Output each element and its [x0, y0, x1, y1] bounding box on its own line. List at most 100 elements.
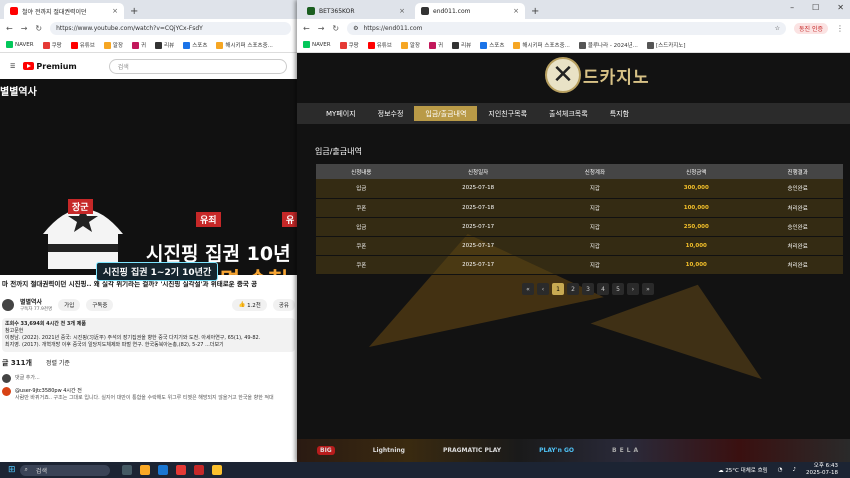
bookmark-item[interactable]: 쿠팡 [339, 41, 359, 49]
chrome-icon[interactable] [175, 465, 186, 475]
next-page-button[interactable]: › [627, 283, 639, 295]
guilty-badge-2: 유 [282, 212, 297, 227]
bookmarks-bar: NAVER 쿠팡 유튜브 알장 귀 리뷰 스포츠 해시키퍼 스포츠중... [0, 37, 297, 53]
nav-edit-info[interactable]: 정보수정 [367, 106, 415, 121]
bookmark-item[interactable]: 리뷰 [452, 41, 471, 49]
sort-button[interactable]: 정렬 기준 [46, 358, 70, 368]
add-comment-input[interactable]: 댓글 추가... [15, 374, 40, 381]
minimize-icon[interactable]: – [790, 3, 794, 12]
maximize-icon[interactable]: ☐ [812, 3, 819, 12]
volume-icon[interactable]: ♪ [793, 467, 797, 473]
page-3-button[interactable]: 3 [582, 283, 594, 295]
review-icon [155, 41, 163, 49]
bookmarks-bar: NAVER 쿠팡 유튜브 알장 귀 리뷰 스포츠 해시키퍼 스포츠중... 블루… [297, 37, 850, 53]
clock[interactable]: 오후 6:43 2025-07-18 [806, 463, 838, 477]
description-box[interactable]: 조회수 33,694회 4시간 전 3개 제품 참고문헌 이정남. (2022)… [2, 318, 295, 352]
reload-icon[interactable]: ↻ [35, 24, 42, 33]
site-info-icon[interactable]: ⚙ [353, 25, 358, 32]
folder-icon [400, 41, 408, 49]
bookmark-item[interactable]: 유튜브 [70, 41, 95, 49]
channel-avatar[interactable] [2, 298, 14, 311]
profile-button[interactable]: 동진 인증 [794, 22, 828, 34]
comment-author[interactable]: @user-9jtc3580pw 4시간 전 [15, 387, 274, 394]
bookmark-item[interactable]: 스포츠 [183, 41, 207, 49]
page-title: 입금/출금내역 [315, 147, 362, 156]
back-icon[interactable]: ← [303, 24, 310, 33]
weather-widget[interactable]: ☁ 25°C 대체로 흐림 [718, 466, 768, 474]
wifi-icon[interactable]: ◔ [778, 467, 783, 473]
channel-name[interactable]: 별별역사 [20, 297, 52, 306]
search-input[interactable]: 검색 [108, 58, 287, 74]
back-icon[interactable]: ← [6, 24, 13, 33]
bookmark-item[interactable]: 해시키퍼 스포츠중... [216, 41, 273, 49]
new-tab-icon[interactable]: + [531, 6, 539, 17]
like-button[interactable]: 👍 1.2천 [232, 298, 267, 311]
nav-inbox[interactable]: 특지함 [599, 106, 640, 121]
bookmark-item[interactable]: 귀 [429, 41, 443, 49]
site-logo[interactable]: ✕ 드카지노 [545, 57, 650, 93]
close-tab-icon[interactable]: × [112, 7, 118, 15]
bookmark-item[interactable]: NAVER [303, 41, 331, 48]
provider-logo[interactable]: PLAY'n GO [539, 447, 574, 454]
provider-logo[interactable]: PRAGMATIC PLAY [443, 447, 501, 454]
join-button[interactable]: 가입 [58, 298, 81, 311]
bookmark-item[interactable]: 귀 [132, 41, 146, 49]
taskbar: ⊞ ⌕ 검색 ☁ 25°C 대체로 흐림 ◔ ♪ 오후 6:43 2025-07-… [0, 462, 850, 478]
tab-bet365[interactable]: BET365KOR × [301, 3, 411, 19]
bookmark-item[interactable]: 리뷰 [155, 41, 174, 49]
app-icon[interactable] [193, 465, 204, 475]
more-menu-icon[interactable]: ⋮ [836, 24, 844, 33]
page-5-button[interactable]: 5 [612, 283, 624, 295]
kakaotalk-icon[interactable] [211, 465, 222, 475]
bookmark-item[interactable]: 해시키퍼 스포츠중... [513, 41, 570, 49]
tab-title: 철야 전까지 절대권력이던 [22, 8, 87, 16]
close-window-icon[interactable]: ✕ [837, 3, 844, 12]
forward-icon[interactable]: → [318, 24, 325, 33]
edge-icon[interactable] [157, 465, 168, 475]
search-icon: ⌕ [24, 466, 28, 473]
subscribe-button[interactable]: 구독중 [86, 298, 114, 311]
tab-end011[interactable]: end011.com × [415, 3, 525, 19]
first-page-button[interactable]: « [522, 283, 534, 295]
close-tab-icon[interactable]: × [513, 7, 519, 15]
add-comment-row[interactable]: 댓글 추가... [0, 372, 297, 385]
nav-friends[interactable]: 지인친구목록 [477, 106, 538, 121]
bookmark-item[interactable]: 스포츠 [480, 41, 504, 49]
bookmark-item[interactable]: 블루나라 - 2024년... [578, 41, 638, 49]
reload-icon[interactable]: ↻ [332, 24, 339, 33]
time-text: 오후 6:43 [813, 463, 838, 469]
bookmark-item[interactable]: NAVER [6, 41, 34, 48]
windows-start-icon[interactable]: ⊞ [8, 465, 16, 475]
bookmark-item[interactable]: [스드카지노] [646, 41, 686, 49]
nav-attendance[interactable]: 출석체크목록 [538, 106, 599, 121]
youtube-logo[interactable]: Premium [23, 62, 77, 71]
page-1-button[interactable]: 1 [552, 283, 564, 295]
new-tab-icon[interactable]: + [130, 6, 138, 17]
taskbar-search[interactable]: ⌕ 검색 [19, 464, 110, 476]
provider-logo[interactable]: BIG [317, 446, 335, 455]
menu-icon[interactable]: ☰ [10, 63, 15, 70]
provider-logo[interactable]: BELA [612, 447, 641, 454]
address-bar[interactable]: https://www.youtube.com/watch?v=CQjYCx-F… [50, 21, 291, 35]
last-page-button[interactable]: » [642, 283, 654, 295]
bookmark-item[interactable]: 알장 [103, 41, 123, 49]
address-bar[interactable]: ⚙ https://end011.com ☆ [347, 21, 786, 35]
video-player[interactable]: 별별역사 장군 유죄 유 시진핑 집권 10년 약 160명 숙청 [0, 79, 297, 275]
bookmark-item[interactable]: 유튜브 [367, 41, 392, 49]
prev-page-button[interactable]: ‹ [537, 283, 549, 295]
star-icon[interactable]: ☆ [775, 25, 780, 32]
provider-logo[interactable]: Lightning [373, 447, 405, 454]
page-4-button[interactable]: 4 [597, 283, 609, 295]
tab-youtube[interactable]: 철야 전까지 절대권력이던 × [4, 3, 124, 19]
file-explorer-icon[interactable] [139, 465, 150, 475]
forward-icon[interactable]: → [21, 24, 28, 33]
nav-my-page[interactable]: MY페이지 [315, 106, 367, 121]
task-view-icon[interactable] [121, 465, 132, 475]
share-button[interactable]: 공유 [272, 298, 295, 311]
nav-deposit-withdraw[interactable]: 입금/출금내역 [414, 106, 478, 121]
close-tab-icon[interactable]: × [399, 7, 405, 15]
page-2-button[interactable]: 2 [567, 283, 579, 295]
channel-info: 별별역사 구독자 77.9천명 [20, 297, 52, 312]
bookmark-item[interactable]: 알장 [400, 41, 420, 49]
bookmark-item[interactable]: 쿠팡 [42, 41, 62, 49]
